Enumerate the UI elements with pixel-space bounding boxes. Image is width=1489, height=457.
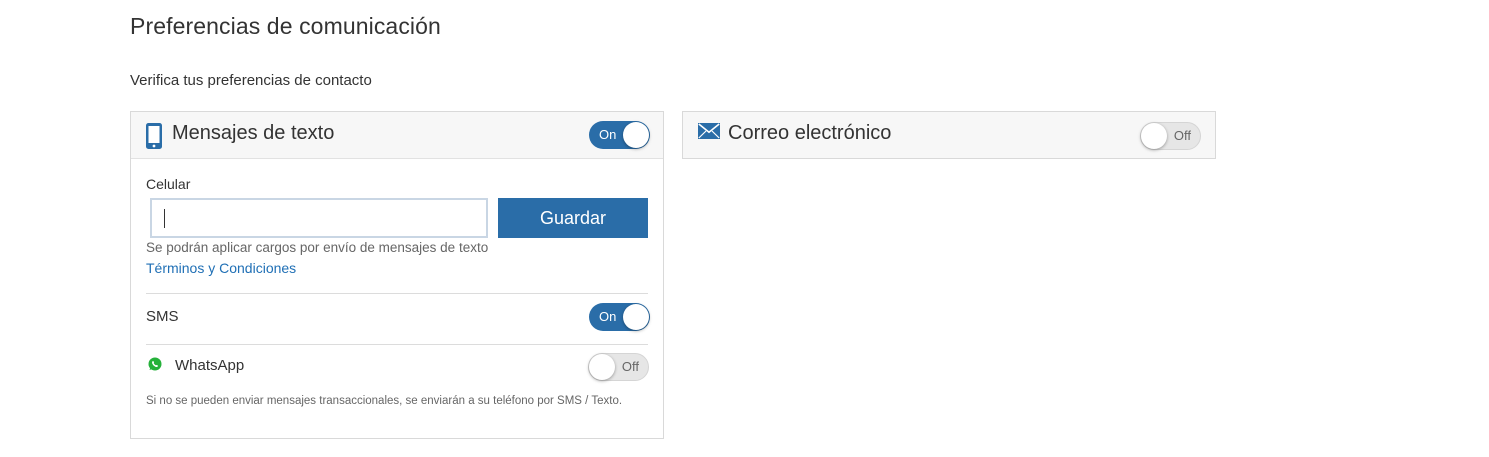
sms-toggle-label: On — [599, 309, 617, 324]
text-messages-toggle[interactable]: On — [589, 121, 650, 149]
divider — [146, 344, 648, 345]
save-button[interactable]: Guardar — [498, 198, 648, 238]
email-header: Correo electrónico Off — [683, 112, 1215, 158]
toggle-knob — [1141, 123, 1167, 149]
phone-input[interactable] — [150, 198, 488, 238]
whatsapp-toggle-label: Off — [621, 359, 639, 374]
text-messages-title: Mensajes de texto — [172, 122, 335, 144]
toggle-knob — [589, 354, 615, 380]
whatsapp-icon — [148, 357, 162, 371]
envelope-icon — [698, 123, 720, 139]
whatsapp-label: WhatsApp — [175, 357, 245, 374]
toggle-knob — [623, 122, 649, 148]
mobile-phone-icon — [146, 123, 162, 149]
whatsapp-note: Si no se pueden enviar mensajes transacc… — [146, 395, 623, 407]
divider — [146, 293, 648, 294]
page-title: Preferencias de comunicación — [130, 13, 441, 39]
text-messages-toggle-label: On — [599, 127, 617, 142]
whatsapp-toggle[interactable]: Off — [588, 353, 649, 381]
text-caret — [164, 209, 165, 228]
sms-toggle[interactable]: On — [589, 303, 650, 331]
toggle-knob — [623, 304, 649, 330]
email-title: Correo electrónico — [728, 122, 892, 144]
email-toggle-label: Off — [1173, 128, 1191, 143]
page-subtitle: Verifica tus preferencias de contacto — [130, 72, 372, 89]
charge-note: Se podrán aplicar cargos por envío de me… — [146, 240, 489, 255]
text-messages-card: Mensajes de texto On Celular Guardar Se … — [130, 111, 664, 439]
phone-label: Celular — [146, 176, 191, 192]
email-card: Correo electrónico Off — [682, 111, 1216, 159]
text-messages-header: Mensajes de texto On — [131, 112, 663, 159]
sms-label: SMS — [146, 308, 179, 325]
terms-link[interactable]: Términos y Condiciones — [146, 260, 296, 276]
email-toggle[interactable]: Off — [1140, 122, 1201, 150]
